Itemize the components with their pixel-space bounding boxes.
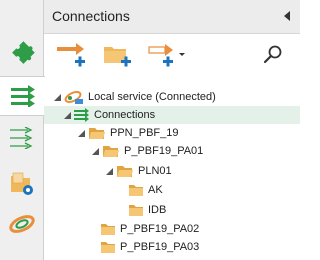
sidebar-item-plugins[interactable] [0,34,44,74]
puzzle-icon [12,41,35,64]
expand-toggle-icon[interactable] [62,110,72,120]
connections-tree: Local service (Connected) Connections PP… [44,80,300,260]
left-toolbar [0,0,45,260]
tree-item-p-pbf19-pa02[interactable]: P_PBF19_PA02 [44,220,300,238]
tree-item-label: PPN_PBF_19 [110,127,179,139]
search-icon [263,45,282,64]
expand-toggle-icon[interactable] [76,128,86,138]
tree-item-idb[interactable]: IDB [44,201,300,219]
panel-toolbar [44,34,300,74]
panel-header: Connections [44,0,300,34]
folder-plus-icon [104,47,131,67]
folder-icon [128,184,144,197]
folder-icon [128,204,144,217]
tree-item-ppn-pbf-19[interactable]: PPN_PBF_19 [44,124,300,142]
green-arrows-icon [10,85,35,107]
tree-item-label: IDB [148,204,167,216]
tree-item-label: Local service (Connected) [88,91,216,103]
sidebar-item-connections[interactable] [0,76,45,116]
sidebar-item-sync[interactable] [0,204,44,244]
tree-item-label: P_PBF19_PA01 [124,145,204,157]
expand-toggle-icon[interactable] [52,92,62,102]
tree-item-label: P_PBF19_PA02 [120,223,200,235]
link-ring-icon [9,215,35,233]
panel-title: Connections [52,8,130,24]
tree-item-pln01[interactable]: PLN01 [44,162,300,180]
collapse-panel-button[interactable] [280,9,294,23]
tree-item-ak[interactable]: AK [44,181,300,199]
search-button[interactable] [262,40,284,70]
tree-item-label: Connections [94,109,156,121]
green-arrows-icon [74,108,90,122]
service-icon [64,89,84,105]
tree-item-label: P_PBF19_PA03 [120,241,200,253]
tree-item-connections[interactable]: Connections [44,106,300,124]
sidebar-item-settings[interactable] [0,164,44,204]
outline-arrows-icon [10,127,33,149]
folder-open-icon [102,145,120,158]
tree-item-p-pbf19-pa03[interactable]: P_PBF19_PA03 [44,238,300,256]
tree-item-p-pbf19-pa01[interactable]: P_PBF19_PA01 [44,142,300,160]
expand-toggle-icon[interactable] [90,146,100,156]
add-folder-button[interactable] [102,40,134,70]
tree-item-label: AK [148,184,163,196]
triangle-left-icon [284,11,290,21]
arrow-plus-dropdown-icon [148,44,185,67]
add-connection-button[interactable] [56,40,88,70]
folder-open-icon [116,165,134,178]
folder-icon [100,241,116,254]
folder-open-icon [88,127,106,140]
folder-gear-icon [11,172,33,195]
folder-icon [100,223,116,236]
sidebar-item-transfers[interactable] [0,118,44,158]
tree-item-local-service[interactable]: Local service (Connected) [44,88,300,106]
arrow-plus-icon [57,43,85,67]
add-dropdown-button[interactable] [148,40,190,70]
tree-item-label: PLN01 [138,165,172,177]
expand-toggle-icon[interactable] [104,166,114,176]
